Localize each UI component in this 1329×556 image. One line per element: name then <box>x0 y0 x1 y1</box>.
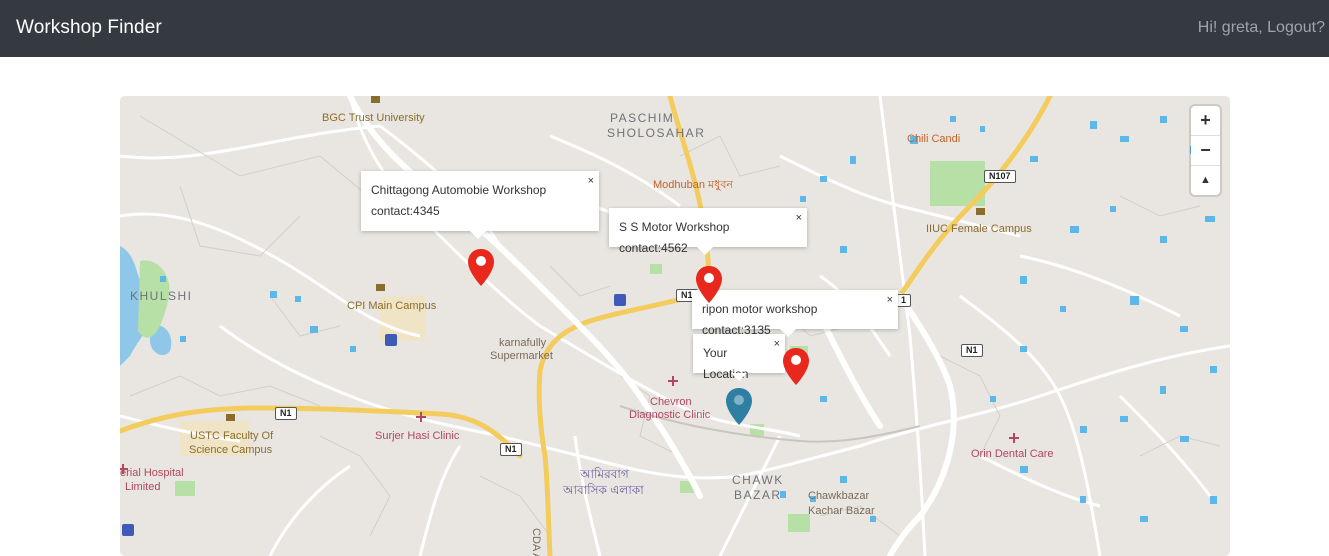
map-label-surjer: Surjer Hasi Clinic <box>375 430 460 442</box>
map-label-supermarket: Supermarket <box>490 350 553 362</box>
compass-button[interactable]: ▲ <box>1191 166 1220 195</box>
map-label-paschim: PASCHIM <box>610 111 675 125</box>
popup-close-button[interactable]: × <box>588 171 594 192</box>
workshop-marker-icon[interactable] <box>781 347 811 387</box>
map-label-imperial: erial Hospital <box>120 467 184 479</box>
brand-title[interactable]: Workshop Finder <box>16 17 162 39</box>
map-label-bazar: BAZAR <box>734 488 782 502</box>
map-base-layer <box>120 96 1230 556</box>
popup-ss-motor-workshop: S S Motor Workshop contact:4562 × <box>609 208 807 255</box>
map-label-cpi: CPI Main Campus <box>347 300 437 312</box>
map-label-diagnostic: Diagnostic Clinic <box>629 409 711 421</box>
map-label-science: Science Campus <box>189 444 273 456</box>
popup-chittagong-contact: contact:4345 <box>371 204 440 218</box>
road-shield-n107: N107 <box>984 170 1016 183</box>
map-label-chawk: CHAWK <box>732 473 784 487</box>
popup-tip <box>731 373 747 381</box>
popup-tip <box>697 247 713 255</box>
road-shield-n1: N1 <box>500 443 522 456</box>
popup-chittagong-name: Chittagong Automobie Workshop <box>371 183 547 197</box>
map-label-chili: Chili Candi <box>907 133 961 145</box>
navbar: Workshop Finder Hi! greta, Logout? <box>0 0 1329 57</box>
road-shield-n1: 1 <box>896 294 912 307</box>
road-shield-n1: N1 <box>275 407 297 420</box>
workshop-marker-icon[interactable] <box>694 265 724 305</box>
map-label-orin: Orin Dental Care <box>971 448 1054 460</box>
map-label-bgc: BGC Trust University <box>322 112 425 124</box>
map-label-khulshi: KHULSHI <box>130 289 193 303</box>
logout-link[interactable]: Hi! greta, Logout? <box>1198 19 1325 37</box>
road-shield-n1: N1 <box>961 344 983 357</box>
popup-close-button[interactable]: × <box>796 208 802 229</box>
map-label-iiuc: IIUC Female Campus <box>926 223 1032 235</box>
map-label-abashik: আবাসিক এলাকা <box>563 483 644 497</box>
user-location-marker-icon[interactable] <box>724 387 754 427</box>
map-label-modhuban: Modhuban মধুবন <box>653 179 734 191</box>
popup-close-button[interactable]: × <box>887 290 893 311</box>
map-label-amirbag: আমিরবাগ <box>580 467 629 481</box>
map-label-sholosahar: SHOLOSAHAR <box>607 126 706 140</box>
popup-tip <box>470 231 486 239</box>
map-label-cda: CDA A <box>530 528 542 556</box>
map-label-limited: Limited <box>125 481 161 493</box>
map-view[interactable]: BGC Trust University PASCHIM SHOLOSAHAR … <box>120 96 1230 556</box>
map-label-chevron: Chevron <box>650 396 692 408</box>
map-label-chawkbazar: Chawkbazar <box>808 490 870 502</box>
zoom-control: + − ▲ <box>1191 106 1220 195</box>
workshop-marker-icon[interactable] <box>466 248 496 288</box>
popup-close-button[interactable]: × <box>774 334 780 355</box>
map-label-kachar: Kachar Bazar <box>808 505 875 517</box>
zoom-in-button[interactable]: + <box>1191 106 1220 136</box>
popup-chittagong-workshop: Chittagong Automobie Workshop contact:43… <box>361 171 599 239</box>
map-label-karnafully: karnafully <box>499 337 547 349</box>
zoom-out-button[interactable]: − <box>1191 136 1220 166</box>
map-label-ustc: USTC Faculty Of <box>190 430 274 442</box>
popup-your-location: Your Location × <box>693 334 785 381</box>
